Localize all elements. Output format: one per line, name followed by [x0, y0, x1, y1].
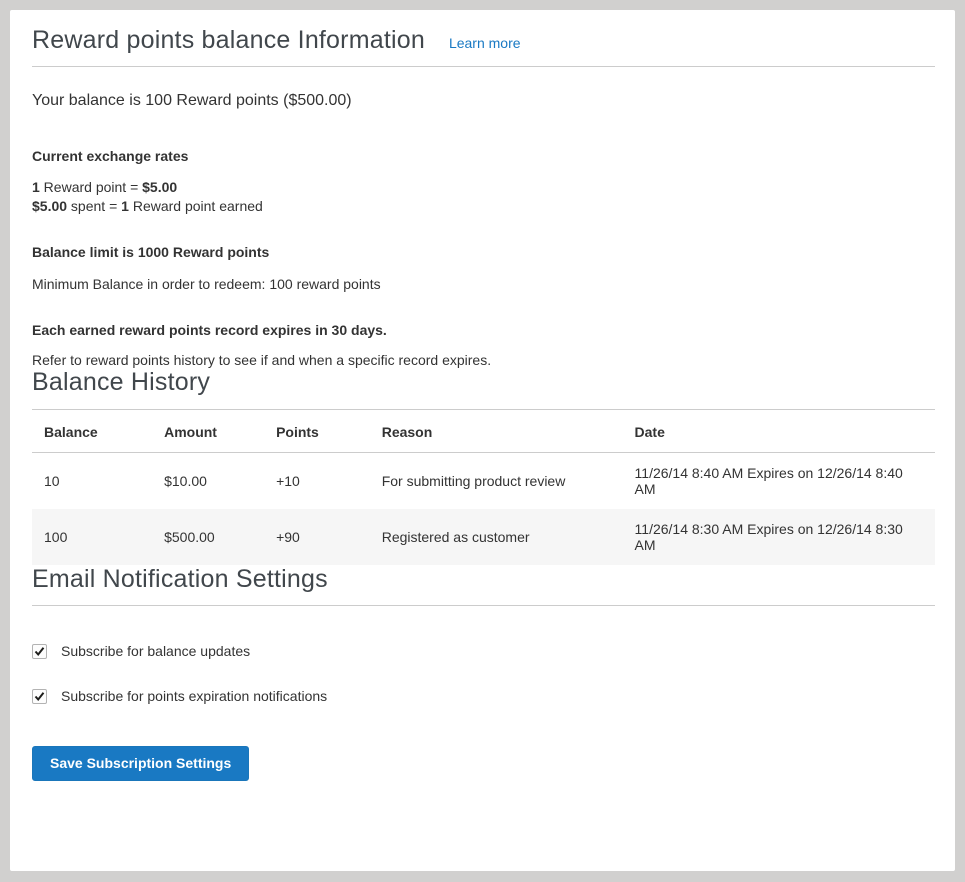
column-header-reason: Reason — [370, 410, 623, 453]
spend-amount-value: $5.00 — [32, 198, 67, 214]
save-subscription-button[interactable]: Save Subscription Settings — [32, 746, 249, 781]
rate-points-value: 1 — [32, 179, 40, 195]
exchange-rate-lines: 1 Reward point = $5.00 $5.00 spent = 1 R… — [32, 178, 935, 216]
cell-amount: $10.00 — [152, 453, 264, 510]
spend-points-value: 1 — [121, 198, 129, 214]
spend-middle-text: spent = — [67, 198, 121, 214]
rate-middle-text: Reward point = — [40, 179, 142, 195]
checkbox-label: Subscribe for balance updates — [61, 643, 250, 659]
table-row: 10 $10.00 +10 For submitting product rev… — [32, 453, 935, 510]
cell-points: +10 — [264, 453, 370, 510]
cell-balance: 100 — [32, 509, 152, 565]
balance-history-table: Balance Amount Points Reason Date 10 $10… — [32, 409, 935, 565]
cell-date: 11/26/14 8:30 AM Expires on 12/26/14 8:3… — [623, 509, 935, 565]
balance-limit-text: Balance limit is 1000 Reward points — [32, 244, 935, 260]
expiration-hint: Refer to reward points history to see if… — [32, 352, 935, 368]
email-settings-title: Email Notification Settings — [32, 565, 935, 594]
page-title: Reward points balance Information — [32, 26, 425, 55]
page-header: Reward points balance Information Learn … — [32, 26, 935, 55]
reward-points-card: Reward points balance Information Learn … — [10, 10, 955, 871]
column-header-balance: Balance — [32, 410, 152, 453]
balance-history-title: Balance History — [32, 368, 935, 397]
balance-summary: Your balance is 100 Reward points ($500.… — [32, 92, 935, 110]
cell-date: 11/26/14 8:40 AM Expires on 12/26/14 8:4… — [623, 453, 935, 510]
cell-balance: 10 — [32, 453, 152, 510]
points-expiration-checkbox[interactable] — [32, 689, 47, 704]
exchange-rates-heading: Current exchange rates — [32, 148, 935, 164]
column-header-amount: Amount — [152, 410, 264, 453]
cell-reason: Registered as customer — [370, 509, 623, 565]
cell-amount: $500.00 — [152, 509, 264, 565]
spend-tail-text: Reward point earned — [129, 198, 263, 214]
checkmark-icon — [34, 646, 45, 657]
cell-points: +90 — [264, 509, 370, 565]
column-header-points: Points — [264, 410, 370, 453]
table-header-row: Balance Amount Points Reason Date — [32, 410, 935, 453]
expiration-notice: Each earned reward points record expires… — [32, 322, 935, 338]
balance-updates-option: Subscribe for balance updates — [32, 643, 935, 659]
email-settings-divider — [32, 605, 935, 606]
checkbox-label: Subscribe for points expiration notifica… — [61, 688, 327, 704]
rate-amount-value: $5.00 — [142, 179, 177, 195]
balance-updates-checkbox[interactable] — [32, 644, 47, 659]
rate-point-to-money: 1 Reward point = $5.00 — [32, 178, 935, 197]
minimum-balance-text: Minimum Balance in order to redeem: 100 … — [32, 276, 935, 292]
rate-money-to-point: $5.00 spent = 1 Reward point earned — [32, 197, 935, 216]
learn-more-link[interactable]: Learn more — [449, 35, 521, 51]
cell-reason: For submitting product review — [370, 453, 623, 510]
checkmark-icon — [34, 691, 45, 702]
points-expiration-option: Subscribe for points expiration notifica… — [32, 688, 935, 704]
column-header-date: Date — [623, 410, 935, 453]
header-divider — [32, 66, 935, 67]
table-row: 100 $500.00 +90 Registered as customer 1… — [32, 509, 935, 565]
